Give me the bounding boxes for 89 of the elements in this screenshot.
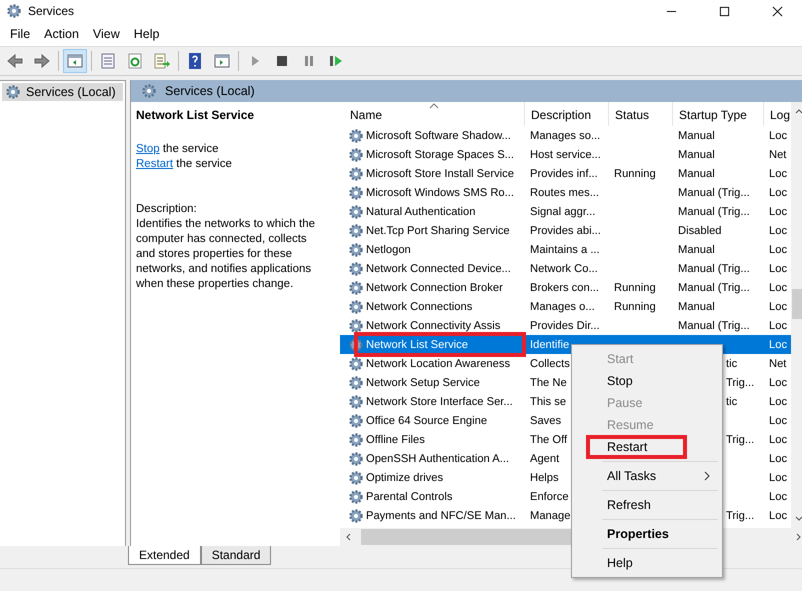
table-cell: Routes mes...	[530, 186, 600, 198]
table-cell: Payments and NFC/SE Man...	[366, 510, 516, 522]
table-cell: Loc	[769, 452, 788, 464]
table-cell: Running	[614, 300, 656, 312]
table-cell: Net	[769, 148, 786, 160]
service-title: Network List Service	[136, 108, 256, 123]
table-cell: Loc	[769, 262, 788, 274]
table-cell: Trig...	[726, 510, 754, 522]
table-cell: Loc	[769, 282, 788, 294]
table-cell: Offline Files	[366, 434, 425, 446]
table-cell: Natural Authentication	[366, 206, 476, 218]
table-cell: Loc	[769, 434, 788, 446]
table-cell: Provides Dir...	[530, 320, 600, 332]
table-cell: The Off	[530, 434, 568, 446]
table-cell: Maintains a ...	[530, 244, 600, 256]
table-cell: Network Connections	[366, 300, 472, 312]
table-cell: Manual (Trig...	[678, 262, 750, 274]
table-cell: Netlogon	[366, 244, 411, 256]
table-cell: Network Connected Device...	[366, 262, 511, 274]
table-cell: Provides abi...	[530, 224, 601, 236]
table-cell: This se	[530, 396, 566, 408]
table-cell: Loc	[769, 224, 788, 236]
table-cell: Network Connectivity Assis	[366, 320, 500, 332]
table-cell: Trig...	[726, 376, 754, 388]
table-cell: Signal aggr...	[530, 206, 596, 218]
table-cell: Manual	[678, 168, 715, 180]
table-cell: Trig...	[726, 434, 754, 446]
window-title: Services	[28, 4, 74, 18]
action-text: Restart the service	[136, 157, 233, 172]
table-cell: Host service...	[530, 148, 601, 160]
table-cell: Loc	[769, 130, 788, 142]
table-cell: Disabled	[678, 224, 722, 236]
table-cell: Loc	[769, 376, 788, 388]
table-cell: Saves	[530, 414, 562, 426]
description-label: Description:	[136, 202, 198, 217]
table-cell: Manual (Trig...	[678, 186, 750, 198]
table-cell: Net.Tcp Port Sharing Service	[366, 224, 510, 236]
table-cell: Manual (Trig...	[678, 320, 750, 332]
action-text: Stop the service	[136, 142, 220, 157]
table-cell: Network Co...	[530, 262, 598, 274]
table-cell: Loc	[769, 338, 788, 350]
table-cell: Collects	[530, 358, 570, 370]
table-cell: Network Location Awareness	[366, 358, 510, 370]
table-cell: Network Setup Service	[366, 376, 480, 388]
table-cell: Loc	[769, 244, 788, 256]
table-cell: Microsoft Windows SMS Ro...	[366, 186, 514, 198]
table-cell: Manual (Trig...	[678, 206, 750, 218]
table-cell: Loc	[769, 320, 788, 332]
table-cell: Loc	[769, 510, 788, 522]
table-cell: Office 64 Source Engine	[366, 414, 488, 426]
description-text: Identifies the networks to which the computer has connected, collects and stores properties for these networks, and notifies applications when these properties change.	[136, 217, 316, 292]
table-cell: Loc	[769, 490, 788, 502]
table-cell: Loc	[769, 168, 788, 180]
pane-title: Services (Local)	[165, 84, 255, 98]
table-cell: Brokers con...	[530, 282, 600, 294]
table-cell: Provides inf...	[530, 168, 598, 180]
table-cell: Manual	[678, 130, 715, 142]
table-cell: Network Store Interface Ser...	[366, 396, 513, 408]
table-cell: Loc	[769, 472, 788, 484]
table-cell: Net	[769, 358, 786, 370]
table-cell: Running	[614, 168, 656, 180]
table-cell: Enforce	[530, 490, 569, 502]
table-cell: Optimize drives	[366, 472, 444, 484]
table-cell: Loc	[769, 186, 788, 198]
table-cell: Running	[614, 282, 656, 294]
table-cell: Loc	[769, 396, 788, 408]
table-cell: Network List Service	[366, 338, 468, 350]
table-cell: Agent	[530, 452, 560, 464]
table-cell: Identifie	[530, 338, 570, 350]
table-cell: Manual	[678, 244, 715, 256]
table-cell: tic	[726, 358, 738, 370]
table-cell: OpenSSH Authentication A...	[366, 452, 510, 464]
table-cell: Loc	[769, 206, 788, 218]
table-cell: Loc	[769, 414, 788, 426]
table-cell: Manual	[678, 148, 715, 160]
table-cell: Microsoft Storage Spaces S...	[366, 148, 514, 160]
table-cell: Microsoft Software Shadow...	[366, 130, 511, 142]
table-cell: Parental Controls	[366, 490, 452, 502]
table-cell: Manages so...	[530, 130, 600, 142]
table-cell: Manual (Trig...	[678, 282, 750, 294]
table-cell: Manages o...	[530, 300, 595, 312]
table-cell: tic	[726, 396, 738, 408]
table-cell: The Ne	[530, 376, 567, 388]
table-cell: Helps	[530, 472, 559, 484]
table-cell: Network Connection Broker	[366, 282, 503, 294]
table-cell: Microsoft Store Install Service	[366, 168, 514, 180]
table-cell: Manual	[678, 300, 715, 312]
table-cell: Manage	[530, 510, 570, 522]
table-cell: Loc	[769, 300, 788, 312]
